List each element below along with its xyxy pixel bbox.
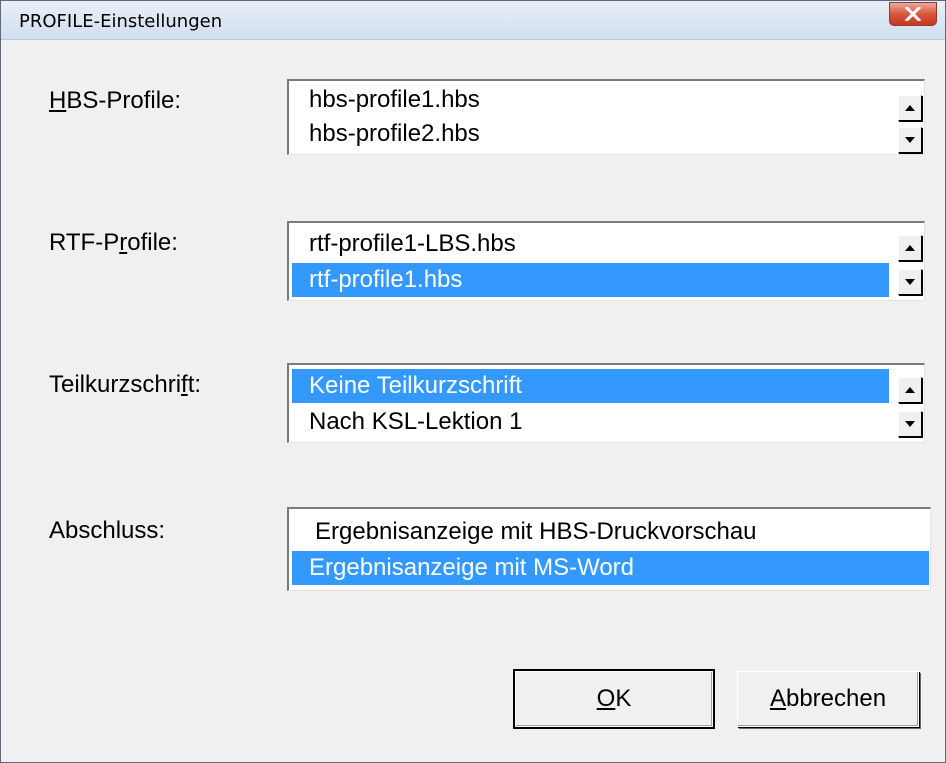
arrow-up-icon — [905, 245, 915, 251]
hbs-profile-listbox[interactable]: hbs-profile1.hbs hbs-profile2.hbs — [287, 79, 925, 155]
list-item-selected[interactable]: Ergebnisanzeige mit MS-Word — [292, 551, 929, 585]
scroll-down-button[interactable] — [898, 411, 922, 437]
list-item-selected[interactable]: Keine Teilkurzschrift — [292, 369, 889, 403]
arrow-down-icon — [905, 137, 915, 143]
teilkurzschrift-label: Teilkurzschrift: — [49, 371, 202, 398]
list-item[interactable]: Nach KSL-Lektion 1 — [297, 405, 522, 439]
list-item-selected[interactable]: rtf-profile1.hbs — [292, 263, 889, 297]
arrow-down-icon — [905, 421, 915, 427]
abschluss-listbox[interactable]: Ergebnisanzeige mit HBS-Druckvorschau Er… — [287, 507, 931, 591]
list-item[interactable]: Ergebnisanzeige mit HBS-Druckvorschau — [303, 515, 757, 549]
scroll-up-button[interactable] — [898, 235, 922, 261]
window-title: PROFILE-Einstellungen — [19, 11, 223, 32]
rtf-profile-label: RTF-Profile: — [49, 229, 178, 256]
arrow-down-icon — [905, 279, 915, 285]
rtf-profile-listbox[interactable]: rtf-profile1-LBS.hbs rtf-profile1.hbs — [287, 221, 925, 301]
arrow-up-icon — [905, 387, 915, 393]
close-icon — [905, 7, 921, 21]
abschluss-label: Abschluss: — [49, 517, 166, 544]
ok-button[interactable]: OK — [513, 669, 715, 729]
cancel-button[interactable]: Abbrechen — [737, 671, 919, 727]
list-item[interactable]: rtf-profile1-LBS.hbs — [297, 227, 516, 261]
hbs-profile-label: HBS-Profile: — [49, 87, 182, 114]
list-item[interactable]: hbs-profile2.hbs — [297, 117, 480, 151]
list-item[interactable]: hbs-profile1.hbs — [297, 83, 480, 117]
title-bar[interactable]: PROFILE-Einstellungen — [1, 1, 945, 40]
dialog-window: PROFILE-Einstellungen HBS-Profile: hbs-p… — [0, 0, 946, 763]
close-button[interactable] — [889, 2, 937, 26]
scroll-up-button[interactable] — [898, 95, 922, 121]
scroll-up-button[interactable] — [898, 377, 922, 403]
arrow-up-icon — [905, 105, 915, 111]
scroll-down-button[interactable] — [898, 127, 922, 153]
teilkurzschrift-listbox[interactable]: Keine Teilkurzschrift Nach KSL-Lektion 1 — [287, 363, 925, 443]
scroll-down-button[interactable] — [898, 269, 922, 295]
